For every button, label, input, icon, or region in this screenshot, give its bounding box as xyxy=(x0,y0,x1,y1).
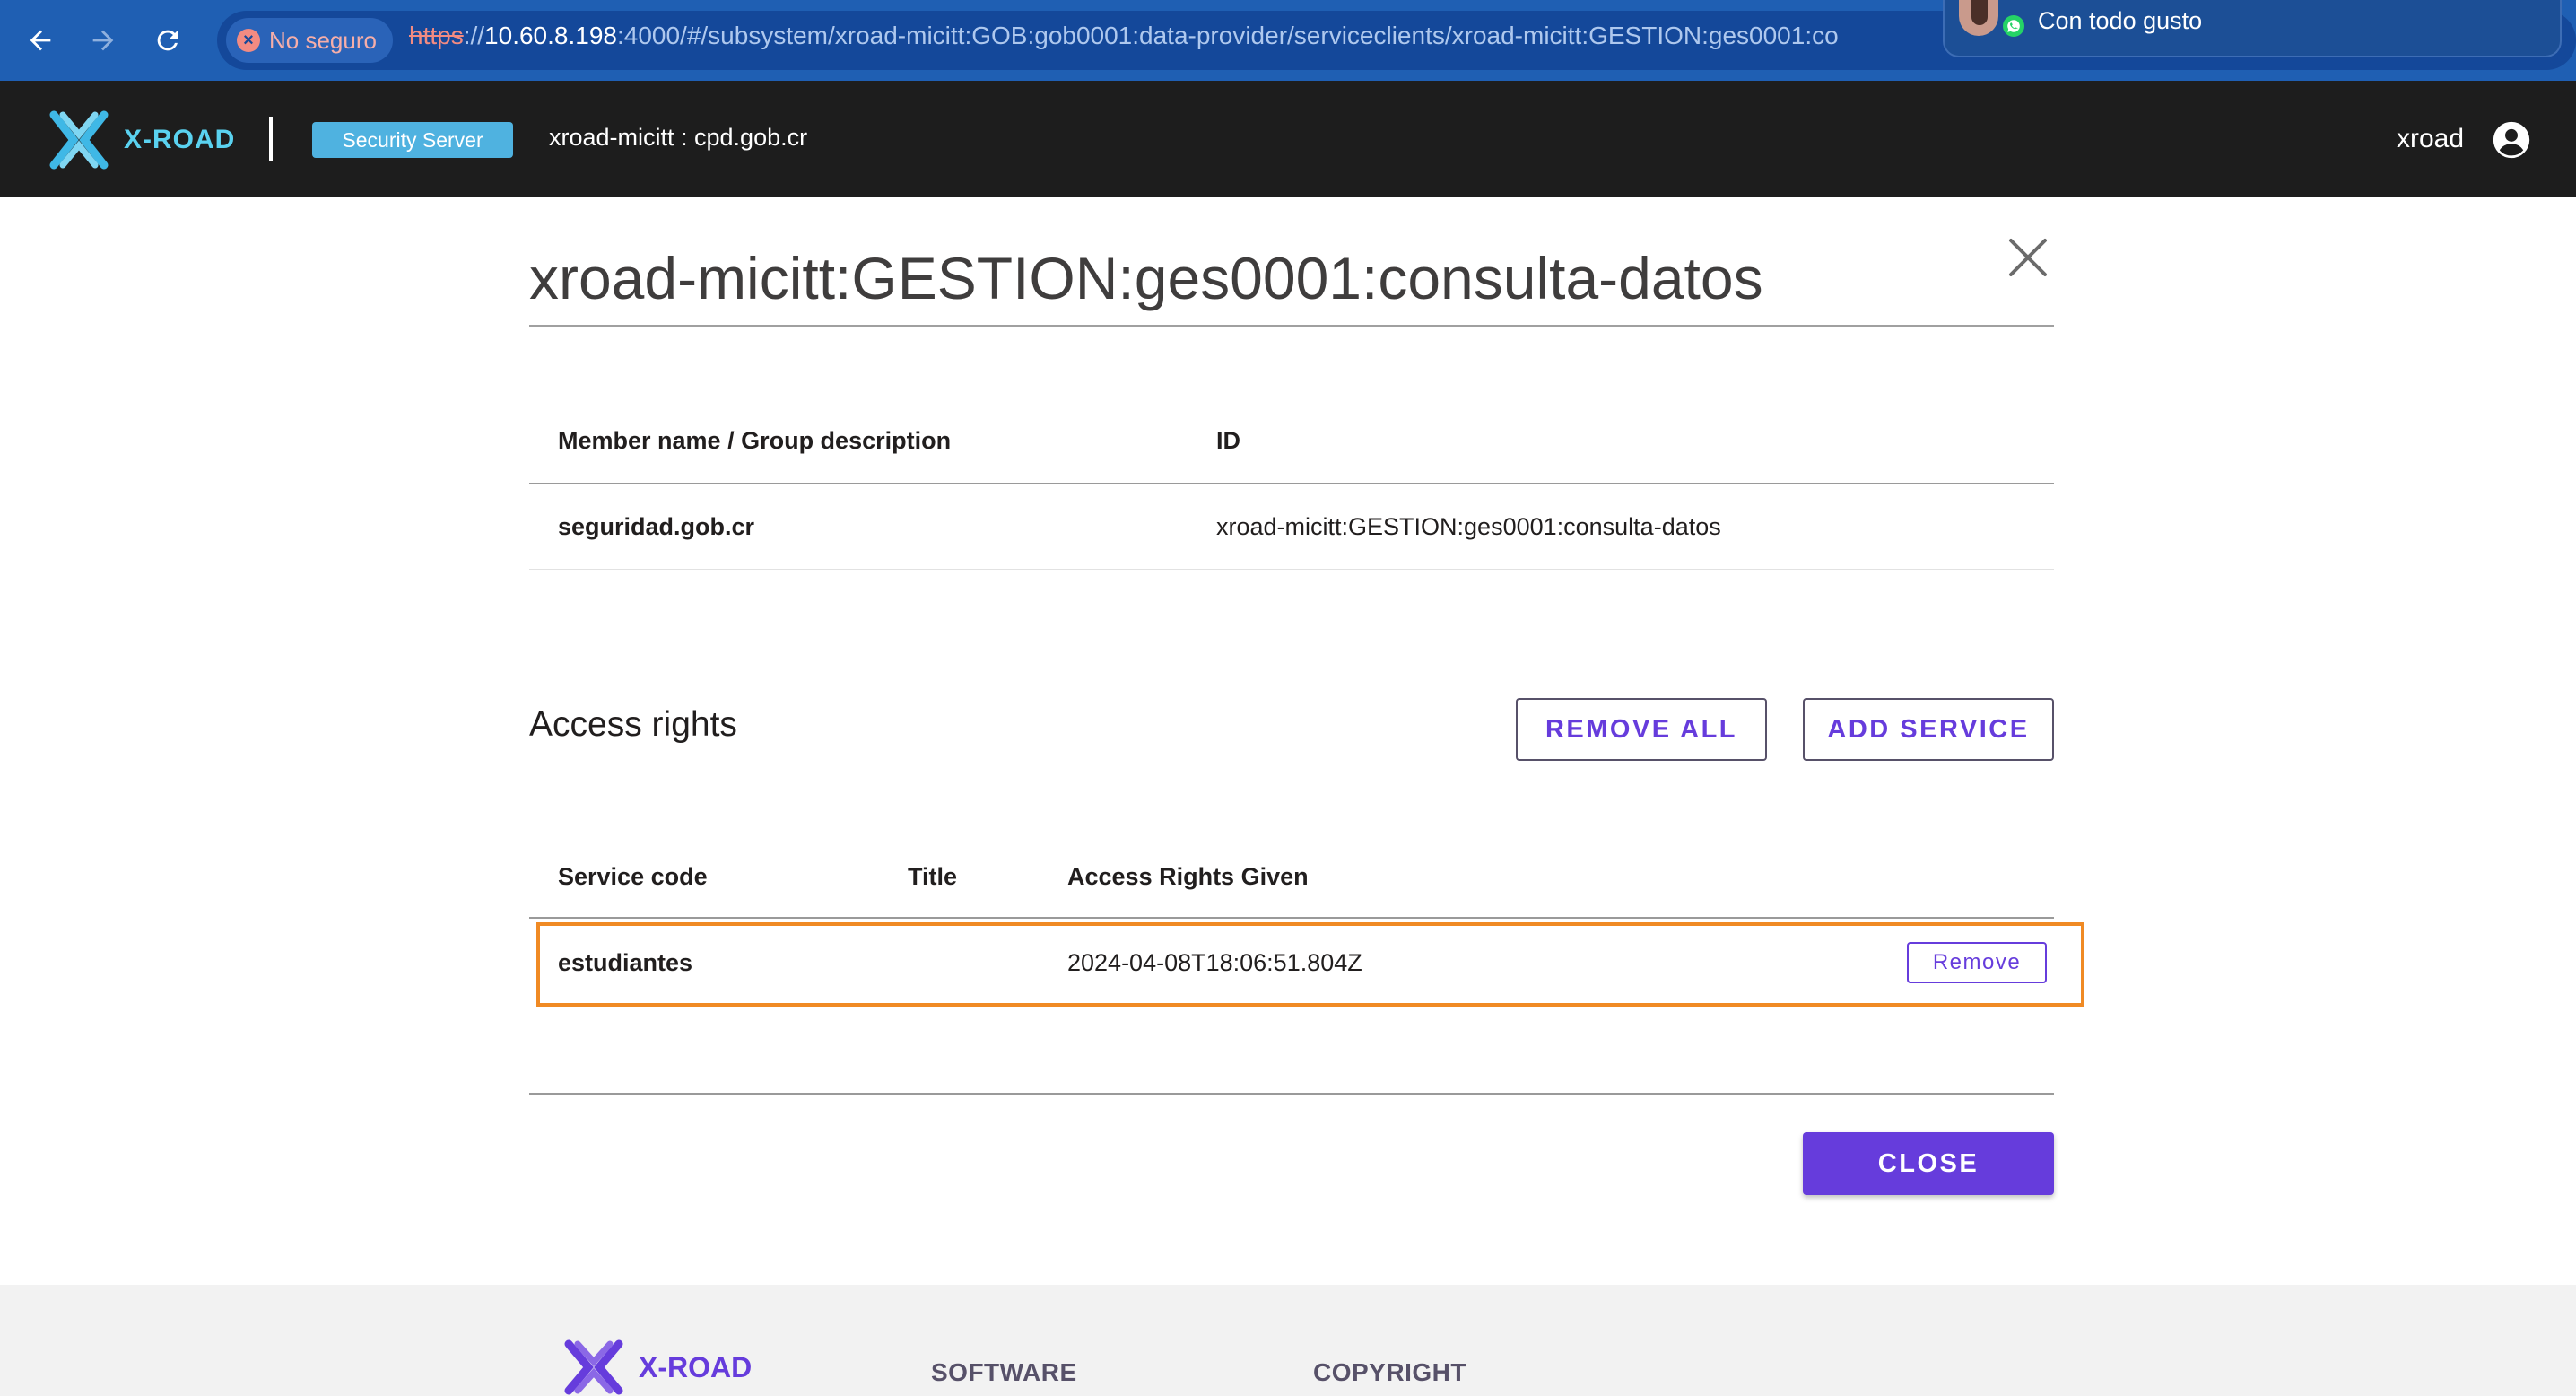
whatsapp-icon xyxy=(2000,13,2027,39)
member-id-cell: xroad-micitt:GESTION:ges0001:consulta-da… xyxy=(1216,513,1721,540)
logo-text: X-ROAD xyxy=(124,125,236,154)
access-rights-title: Access rights xyxy=(529,705,737,744)
member-name-cell: seguridad.gob.cr xyxy=(558,513,755,540)
column-header-access-rights-given: Access Rights Given xyxy=(1067,863,1309,890)
table-header-divider xyxy=(529,917,2054,919)
server-name: xroad-micitt : cpd.gob.cr xyxy=(549,124,808,151)
security-server-chip: Security Server xyxy=(312,122,513,158)
security-chip[interactable]: × No seguro xyxy=(226,18,393,63)
footer-software-heading: SOFTWARE xyxy=(931,1358,1077,1386)
footer-copyright-heading: COPYRIGHT xyxy=(1313,1358,1466,1386)
table-header-divider xyxy=(529,483,2054,484)
header-divider xyxy=(269,117,273,161)
page-title: xroad-micitt:GESTION:ges0001:consulta-da… xyxy=(529,245,1763,311)
url-text[interactable]: https://10.60.8.198:4000/#/subsystem/xro… xyxy=(409,22,1943,50)
close-button[interactable]: CLOSE xyxy=(1803,1132,2054,1195)
forward-icon[interactable] xyxy=(79,16,127,65)
remove-service-button[interactable]: Remove xyxy=(1907,942,2047,983)
xroad-logo-icon xyxy=(49,110,109,170)
reload-icon[interactable] xyxy=(144,16,192,65)
column-header-service-code: Service code xyxy=(558,863,708,890)
security-label: No seguro xyxy=(269,26,377,54)
account-icon[interactable] xyxy=(2492,120,2531,160)
close-icon[interactable] xyxy=(2006,235,2050,280)
user-name[interactable]: xroad xyxy=(2397,124,2464,154)
footer-logo-text: X-ROAD xyxy=(639,1350,753,1383)
footer-logo: X-ROAD xyxy=(561,1339,752,1396)
remove-all-button[interactable]: REMOVE ALL xyxy=(1516,698,1767,761)
dialog-footer-divider xyxy=(529,1093,2054,1095)
add-service-button[interactable]: ADD SERVICE xyxy=(1803,698,2054,761)
column-header-title: Title xyxy=(908,863,958,890)
not-secure-icon: × xyxy=(237,29,260,52)
table-row-divider xyxy=(529,569,2054,570)
xroad-logo-icon xyxy=(564,1339,623,1395)
title-divider xyxy=(529,325,2054,327)
chat-notification[interactable] xyxy=(1943,0,2562,57)
access-rights-given-cell: 2024-04-08T18:06:51.804Z xyxy=(1067,949,1362,976)
page-footer xyxy=(0,1285,2576,1396)
service-code-cell: estudiantes xyxy=(558,949,693,976)
column-header-id: ID xyxy=(1216,427,1240,454)
notification-text: Con todo gusto xyxy=(2038,7,2203,34)
xroad-logo[interactable]: X-ROAD xyxy=(47,109,235,170)
back-icon[interactable] xyxy=(16,16,65,65)
column-header-member: Member name / Group description xyxy=(558,427,952,454)
